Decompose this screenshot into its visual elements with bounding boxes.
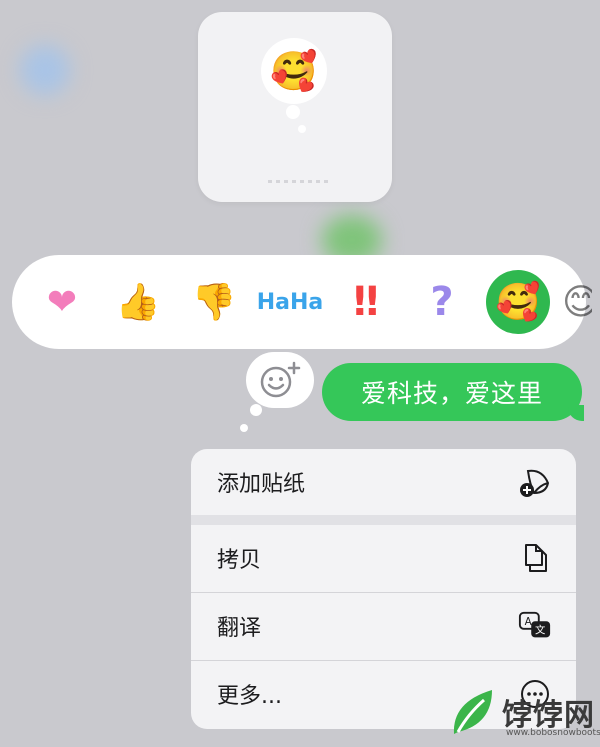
context-menu: 添加贴纸 拷贝 翻译 A 文 更多... <box>191 449 576 729</box>
message-text: 爱科技，爱这里 <box>360 379 543 408</box>
menu-section-separator <box>191 515 576 525</box>
tapback-question-button[interactable]: ? <box>410 270 474 334</box>
tapback-bar: ❤ 👍 👎 HaHa ‼ ? 🥰 😊 <box>12 255 592 349</box>
haha-icon: HaHa <box>256 289 324 315</box>
menu-item-label: 更多... <box>217 684 282 709</box>
message-bubble-tail <box>568 405 584 421</box>
smiling-hearts-emoji-icon: 🥰 <box>270 48 318 93</box>
tapback-thumbs-down-button[interactable]: 👎 <box>182 270 246 334</box>
thumbs-down-icon: 👎 <box>191 282 237 323</box>
preview-bubble-tail-dot <box>286 105 300 119</box>
thumbs-up-icon: 👍 <box>115 282 161 323</box>
tapback-heart-button[interactable]: ❤ <box>30 270 94 334</box>
translate-icon: A 文 <box>518 609 552 643</box>
add-sticker-reaction-button[interactable] <box>246 352 314 408</box>
heart-icon: ❤ <box>46 281 78 323</box>
menu-item-add-sticker[interactable]: 添加贴纸 <box>191 449 576 515</box>
tapback-partial-button[interactable]: 😊 <box>562 270 592 334</box>
menu-item-translate[interactable]: 翻译 A 文 <box>191 593 576 659</box>
question-icon: ? <box>430 279 454 325</box>
menu-item-label: 拷贝 <box>217 548 262 573</box>
menu-item-label: 翻译 <box>217 616 262 641</box>
add-sticker-icon <box>518 465 552 499</box>
preview-placeholder-line <box>268 180 328 183</box>
background-blur-avatar <box>20 45 70 95</box>
smile-icon: 😊 <box>562 281 592 323</box>
sticker-bubble-tail-dot <box>250 404 262 416</box>
preview-bubble-tail-dot <box>298 125 306 133</box>
watermark-leaf-logo-icon <box>453 690 492 734</box>
menu-item-copy[interactable]: 拷贝 <box>191 525 576 591</box>
tapback-thumbs-up-button[interactable]: 👍 <box>106 270 170 334</box>
tapback-exclamation-button[interactable]: ‼ <box>334 270 398 334</box>
copy-icon <box>518 541 552 575</box>
tapback-haha-button[interactable]: HaHa <box>256 270 324 334</box>
add-emoji-icon <box>260 361 301 398</box>
reaction-preview-card: 🥰 <box>198 12 392 202</box>
message-bubble[interactable]: 爱科技，爱这里 <box>322 363 582 421</box>
svg-text:文: 文 <box>535 624 546 637</box>
tapback-smiling-hearts-button[interactable]: 🥰 <box>486 270 550 334</box>
watermark-url: www.bobosnowboots.com <box>506 728 600 738</box>
smiling-hearts-icon: 🥰 <box>495 282 541 323</box>
exclamation-icon: ‼ <box>353 279 379 325</box>
sticker-bubble-tail-dot <box>240 424 248 432</box>
menu-item-label: 添加贴纸 <box>217 472 306 497</box>
reaction-preview-bubble: 🥰 <box>261 38 327 104</box>
